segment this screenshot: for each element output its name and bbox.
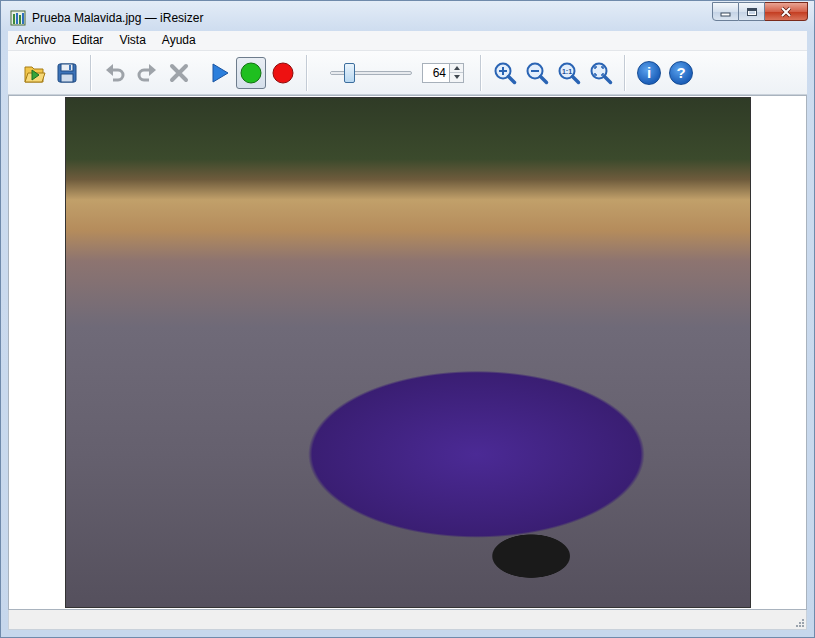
spin-down-button[interactable]: [450, 72, 463, 82]
play-button[interactable]: [204, 57, 234, 89]
menu-item[interactable]: Vista: [111, 32, 153, 50]
menu-bar: ArchivoEditarVistaAyuda: [8, 31, 807, 51]
brush-size-value: 64: [433, 67, 446, 79]
minimize-button[interactable]: [712, 2, 739, 21]
zoom-out-icon: [525, 61, 549, 85]
help-button[interactable]: ?: [666, 57, 696, 89]
brush-size-field[interactable]: 64: [422, 63, 450, 83]
undo-icon: [103, 61, 127, 85]
undo-icon: [103, 61, 127, 85]
save-button[interactable]: [52, 57, 82, 89]
title-bar: Prueba Malavida.jpg — iResizer: [8, 1, 807, 31]
maximize-icon: [745, 7, 759, 17]
redo-button[interactable]: [132, 57, 162, 89]
marker-circle-icon: [239, 61, 263, 85]
marker-circle-icon: [239, 61, 263, 85]
toolbar-separator: [480, 55, 482, 91]
down-arrow-icon: [453, 74, 461, 80]
up-arrow-icon: [453, 65, 461, 71]
delete-icon: [167, 61, 191, 85]
undo-button[interactable]: [100, 57, 130, 89]
marker-circle-icon: [271, 61, 295, 85]
title-area: Prueba Malavida.jpg — iResizer: [8, 7, 203, 29]
open-button[interactable]: [20, 57, 50, 89]
zoom-out-button[interactable]: [522, 57, 552, 89]
zoom-actual-label: 1:1: [562, 67, 572, 74]
marker-circle-icon: [271, 61, 295, 85]
zoom-actual-button[interactable]: 1:1: [554, 57, 584, 89]
resize-grip-icon: [794, 617, 805, 628]
status-bar: [8, 610, 807, 630]
play-icon: [207, 61, 231, 85]
close-icon: [779, 6, 793, 18]
up-arrow-icon: [453, 65, 461, 71]
brush-size-control: 64: [316, 63, 472, 83]
marker-button[interactable]: [236, 57, 266, 89]
marker-button[interactable]: [268, 57, 298, 89]
open-folder-icon: [23, 61, 47, 85]
redo-icon: [135, 61, 159, 85]
maximize-icon: [745, 7, 759, 17]
zoom-fit-icon: [589, 61, 613, 85]
zoom-in-icon: [493, 61, 517, 85]
spin-up-button[interactable]: [450, 64, 463, 73]
toolbar-separator: [624, 55, 626, 91]
zoom-actual-size-icon: 1:1: [557, 61, 581, 85]
window-title: Prueba Malavida.jpg — iResizer: [32, 11, 203, 25]
window-controls: [712, 2, 808, 21]
zoom-in-icon: [493, 61, 517, 85]
slider-thumb[interactable]: [344, 63, 355, 83]
delete-icon: [167, 61, 191, 85]
minimize-icon: [719, 7, 732, 17]
minimize-icon: [719, 7, 732, 17]
app-window: Prueba Malavida.jpg — iResizer ArchivoEdi…: [0, 0, 815, 638]
maximize-button[interactable]: [739, 2, 765, 21]
menu-item[interactable]: Ayuda: [154, 32, 204, 50]
image-canvas: [8, 95, 807, 610]
zoom-in-button[interactable]: [490, 57, 520, 89]
down-arrow-icon: [453, 74, 461, 80]
delete-button[interactable]: [164, 57, 194, 89]
photo[interactable]: [65, 97, 751, 608]
info-button[interactable]: i: [634, 57, 664, 89]
toolbar: 64 1:1 i?: [8, 51, 807, 95]
toolbar-separator: [90, 55, 92, 91]
brush-size-slider[interactable]: [330, 71, 412, 75]
close-icon: [779, 6, 793, 18]
zoom-fit-icon: [589, 61, 613, 85]
floppy-disk-icon: [55, 61, 79, 85]
menu-item[interactable]: Editar: [64, 32, 111, 50]
floppy-disk-icon: [55, 61, 79, 85]
open-folder-icon: [23, 61, 47, 85]
app-logo-icon: [10, 10, 26, 26]
play-icon: [207, 61, 231, 85]
resize-grip-icon: [794, 617, 805, 628]
zoom-out-icon: [525, 61, 549, 85]
zoom-fit-button[interactable]: [586, 57, 616, 89]
brush-size-fill: [331, 72, 349, 74]
app-logo-icon: [10, 10, 26, 26]
toolbar-separator: [306, 55, 308, 91]
brush-size-input: 64: [422, 63, 464, 83]
help-icon: ?: [669, 61, 693, 85]
spin-buttons: [450, 63, 464, 83]
close-button[interactable]: [765, 2, 808, 21]
info-icon: i: [637, 61, 661, 85]
zoom-actual-size-icon: 1:1: [557, 61, 581, 85]
menu-item[interactable]: Archivo: [8, 32, 64, 50]
redo-icon: [135, 61, 159, 85]
